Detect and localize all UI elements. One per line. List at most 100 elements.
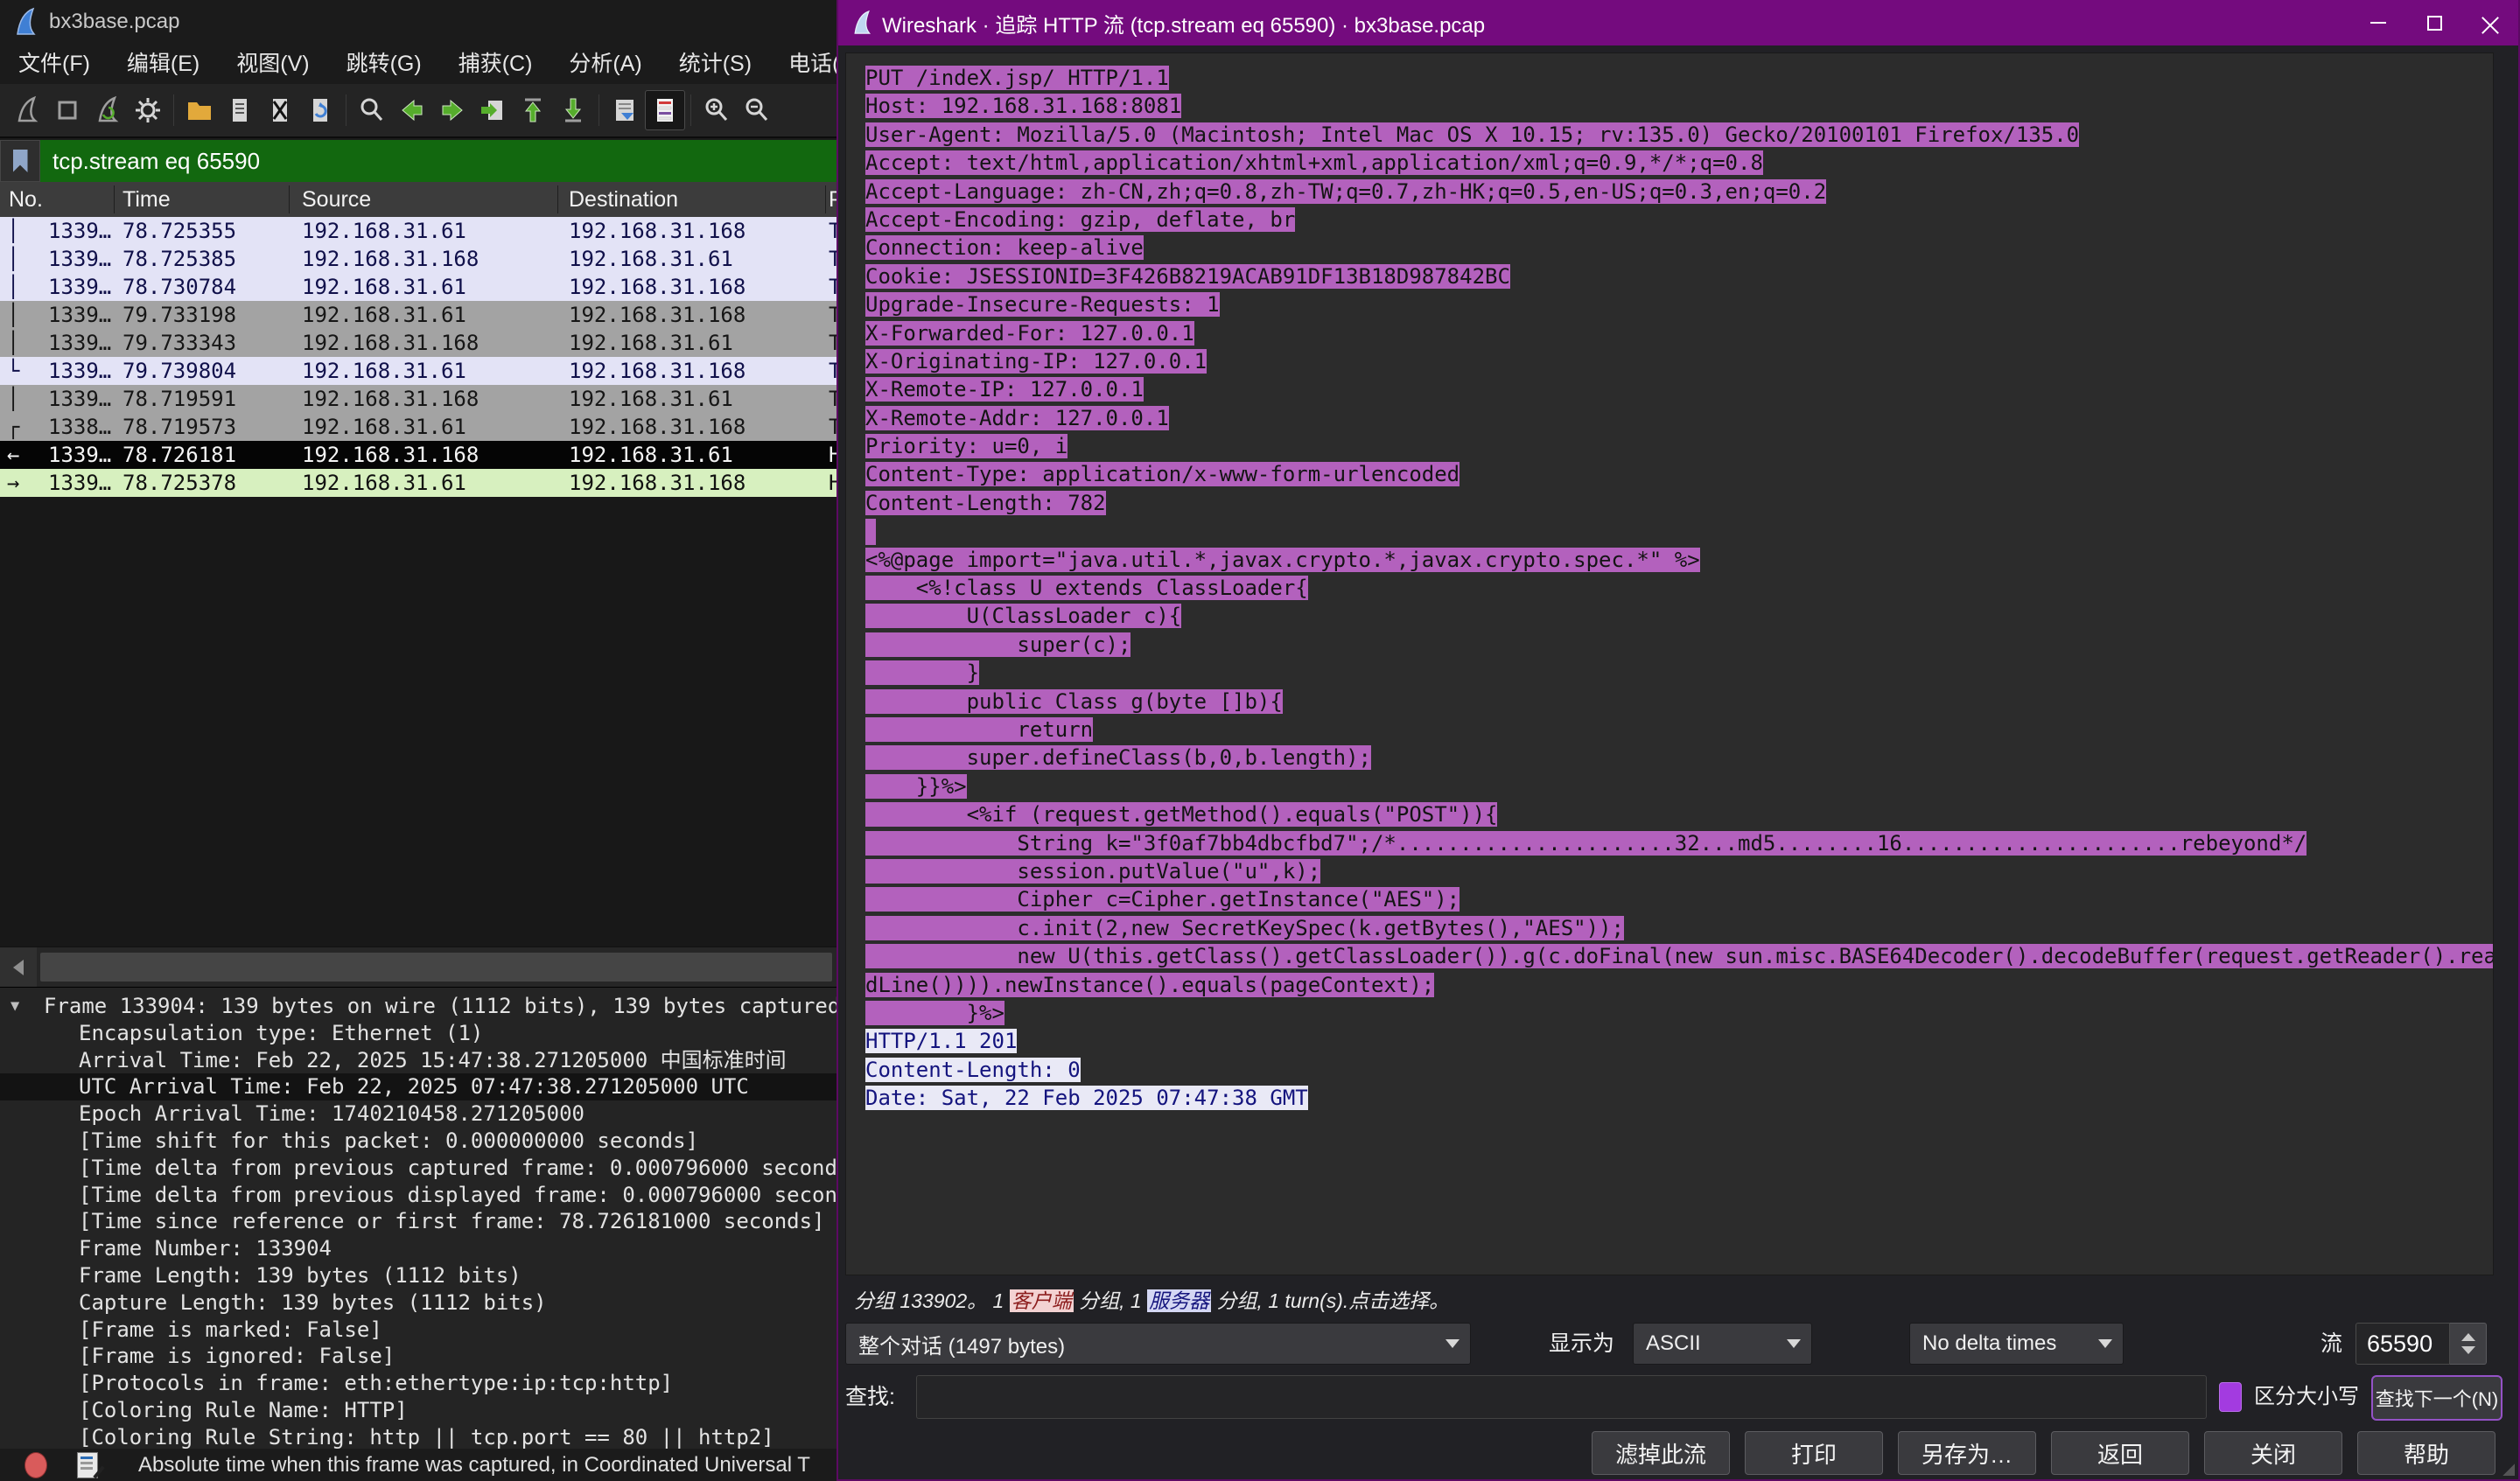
- go-back-icon[interactable]: [392, 90, 432, 130]
- detail-line-6[interactable]: [Time delta from previous captured frame…: [0, 1155, 838, 1182]
- stream-line-text: [865, 519, 876, 545]
- combo-arrow: [1776, 1339, 1811, 1348]
- colorize-icon[interactable]: [645, 90, 685, 130]
- case-sensitive-checkbox[interactable]: [2219, 1382, 2242, 1412]
- stream-line-text: Content-Type: application/x-www-form-url…: [865, 462, 1460, 486]
- menu-item-7[interactable]: 电话(Y): [770, 44, 838, 84]
- close-button[interactable]: [2462, 0, 2518, 45]
- packet-row-6[interactable]: └1339…79.739804192.168.31.61192.168.31.1…: [0, 357, 838, 385]
- stream-line-text: Accept-Encoding: gzip, deflate, br: [865, 207, 1295, 232]
- find-packet-icon[interactable]: [352, 90, 392, 130]
- spin-down-icon[interactable]: [2461, 1346, 2475, 1354]
- detail-line-10[interactable]: Frame Length: 139 bytes (1112 bits): [0, 1262, 838, 1289]
- column-header-source[interactable]: Source: [302, 182, 371, 217]
- maximize-button[interactable]: [2406, 0, 2462, 45]
- go-to-bottom-icon[interactable]: [553, 90, 593, 130]
- close-file-icon[interactable]: [260, 90, 300, 130]
- detail-line-16[interactable]: [Coloring Rule String: http || tcp.port …: [0, 1424, 838, 1451]
- hscrollbar-thumb[interactable]: [40, 953, 832, 982]
- stream-content-area[interactable]: PUT /indeX.jsp/ HTTP/1.1Host: 192.168.31…: [845, 52, 2494, 1275]
- detail-line-13[interactable]: [Frame is ignored: False]: [0, 1343, 838, 1370]
- column-divider[interactable]: [825, 185, 826, 213]
- capture-options-icon[interactable]: [128, 90, 168, 130]
- stream-server-line: HTTP/1.1 201: [865, 1027, 2493, 1055]
- column-header-destination[interactable]: Destination: [569, 182, 678, 217]
- detail-line-11[interactable]: Capture Length: 139 bytes (1112 bits): [0, 1289, 838, 1317]
- restart-capture-icon[interactable]: [88, 90, 128, 130]
- detail-line-2[interactable]: Arrival Time: Feb 22, 2025 15:47:38.2712…: [0, 1047, 838, 1074]
- filter-bookmark-button[interactable]: [0, 140, 40, 182]
- capture-comment-icon[interactable]: [77, 1452, 98, 1478]
- stream-range-combo[interactable]: 整个对话 (1497 bytes): [845, 1323, 1471, 1365]
- column-divider[interactable]: [114, 185, 115, 213]
- stop-capture-icon[interactable]: [47, 90, 88, 130]
- detail-line-5[interactable]: [Time shift for this packet: 0.000000000…: [0, 1128, 838, 1155]
- packet-row-3[interactable]: │1339…78.730784192.168.31.61192.168.31.1…: [0, 273, 838, 301]
- back-button[interactable]: 返回: [2051, 1431, 2189, 1475]
- show-as-combo[interactable]: ASCII: [1633, 1323, 1812, 1365]
- column-divider[interactable]: [557, 185, 558, 213]
- detail-line-15[interactable]: [Coloring Rule Name: HTTP]: [0, 1397, 838, 1424]
- packet-row-10[interactable]: →1339…78.725378192.168.31.61192.168.31.1…: [0, 469, 838, 497]
- dialog-titlebar[interactable]: Wireshark · 追踪 HTTP 流 (tcp.stream eq 655…: [838, 0, 2518, 45]
- spin-up-icon[interactable]: [2461, 1333, 2475, 1341]
- packet-row-7[interactable]: │1339…78.719591192.168.31.168192.168.31.…: [0, 385, 838, 413]
- detail-line-3[interactable]: UTC Arrival Time: Feb 22, 2025 07:47:38.…: [0, 1073, 838, 1100]
- menu-item-5[interactable]: 分析(A): [550, 44, 660, 84]
- menu-item-2[interactable]: 视图(V): [218, 44, 327, 84]
- packet-row-2[interactable]: │1339…78.725385192.168.31.168192.168.31.…: [0, 245, 838, 273]
- start-capture-icon[interactable]: [7, 90, 47, 130]
- expert-info-icon[interactable]: [24, 1452, 47, 1478]
- go-to-packet-icon[interactable]: [472, 90, 513, 130]
- column-header-no[interactable]: No.: [9, 182, 43, 217]
- detail-line-4[interactable]: Epoch Arrival Time: 1740210458.271205000: [0, 1100, 838, 1128]
- stream-client-line: Content-Length: 782: [865, 489, 2493, 517]
- zoom-in-icon[interactable]: [696, 90, 737, 130]
- reload-file-icon[interactable]: [300, 90, 340, 130]
- minimize-button[interactable]: [2350, 0, 2406, 45]
- packet-row-5[interactable]: │1339…79.733343192.168.31.168192.168.31.…: [0, 329, 838, 357]
- expand-caret-icon[interactable]: ▼: [10, 993, 19, 1020]
- packet-row-8[interactable]: ┌1338…78.719573192.168.31.61192.168.31.1…: [0, 413, 838, 441]
- packet-row-4[interactable]: │1339…79.733198192.168.31.61192.168.31.1…: [0, 301, 838, 329]
- detail-line-12[interactable]: [Frame is marked: False]: [0, 1317, 838, 1344]
- detail-line-0[interactable]: ▼Frame 133904: 139 bytes on wire (1112 b…: [0, 993, 838, 1020]
- resize-grip[interactable]: [2502, 1464, 2515, 1476]
- save-file-icon[interactable]: [220, 90, 260, 130]
- menu-item-1[interactable]: 编辑(E): [108, 44, 218, 84]
- find-next-button[interactable]: 查找下一个(N): [2371, 1375, 2502, 1421]
- auto-scroll-icon[interactable]: [605, 90, 645, 130]
- stream-client-line: super.defineClass(b,0,b.length);: [865, 744, 2493, 772]
- detail-line-9[interactable]: Frame Number: 133904: [0, 1235, 838, 1262]
- zoom-out-icon[interactable]: [737, 90, 777, 130]
- open-file-icon[interactable]: [179, 90, 220, 130]
- find-input[interactable]: [916, 1375, 2207, 1419]
- go-forward-icon[interactable]: [432, 90, 472, 130]
- packet-row-9[interactable]: ←1339…78.726181192.168.31.168192.168.31.…: [0, 441, 838, 469]
- detail-line-1[interactable]: Encapsulation type: Ethernet (1): [0, 1020, 838, 1047]
- menu-item-6[interactable]: 统计(S): [661, 44, 770, 84]
- menu-item-0[interactable]: 文件(F): [0, 44, 108, 84]
- display-filter-input[interactable]: tcp.stream eq 65590: [40, 140, 838, 182]
- stream-line-text: c.init(2,new SecretKeySpec(k.getBytes(),…: [865, 916, 1624, 940]
- stream-number-value[interactable]: 65590: [2356, 1323, 2450, 1365]
- help-button[interactable]: 帮助: [2357, 1431, 2496, 1475]
- menu-item-3[interactable]: 跳转(G): [328, 44, 440, 84]
- scroll-left-button[interactable]: [0, 947, 37, 987]
- column-divider[interactable]: [289, 185, 290, 213]
- stream-number-spinner[interactable]: 65590: [2356, 1323, 2487, 1365]
- close-stream-button[interactable]: 关闭: [2204, 1431, 2342, 1475]
- save-as-button[interactable]: 另存为…: [1898, 1431, 2036, 1475]
- spinner-buttons[interactable]: [2450, 1323, 2487, 1365]
- filter-out-stream-button[interactable]: 滤掉此流: [1592, 1431, 1730, 1475]
- detail-line-8[interactable]: [Time since reference or first frame: 78…: [0, 1208, 838, 1235]
- detail-line-14[interactable]: [Protocols in frame: eth:ethertype:ip:tc…: [0, 1370, 838, 1397]
- menu-item-4[interactable]: 捕获(C): [440, 44, 551, 84]
- detail-line-7[interactable]: [Time delta from previous displayed fram…: [0, 1182, 838, 1209]
- packet-row-1[interactable]: │1339…78.725355192.168.31.61192.168.31.1…: [0, 217, 838, 245]
- column-header-time[interactable]: Time: [122, 182, 171, 217]
- go-to-top-icon[interactable]: [513, 90, 553, 130]
- packet-list-hscrollbar[interactable]: [0, 947, 838, 987]
- print-button[interactable]: 打印: [1745, 1431, 1883, 1475]
- delta-times-combo[interactable]: No delta times: [1909, 1323, 2124, 1365]
